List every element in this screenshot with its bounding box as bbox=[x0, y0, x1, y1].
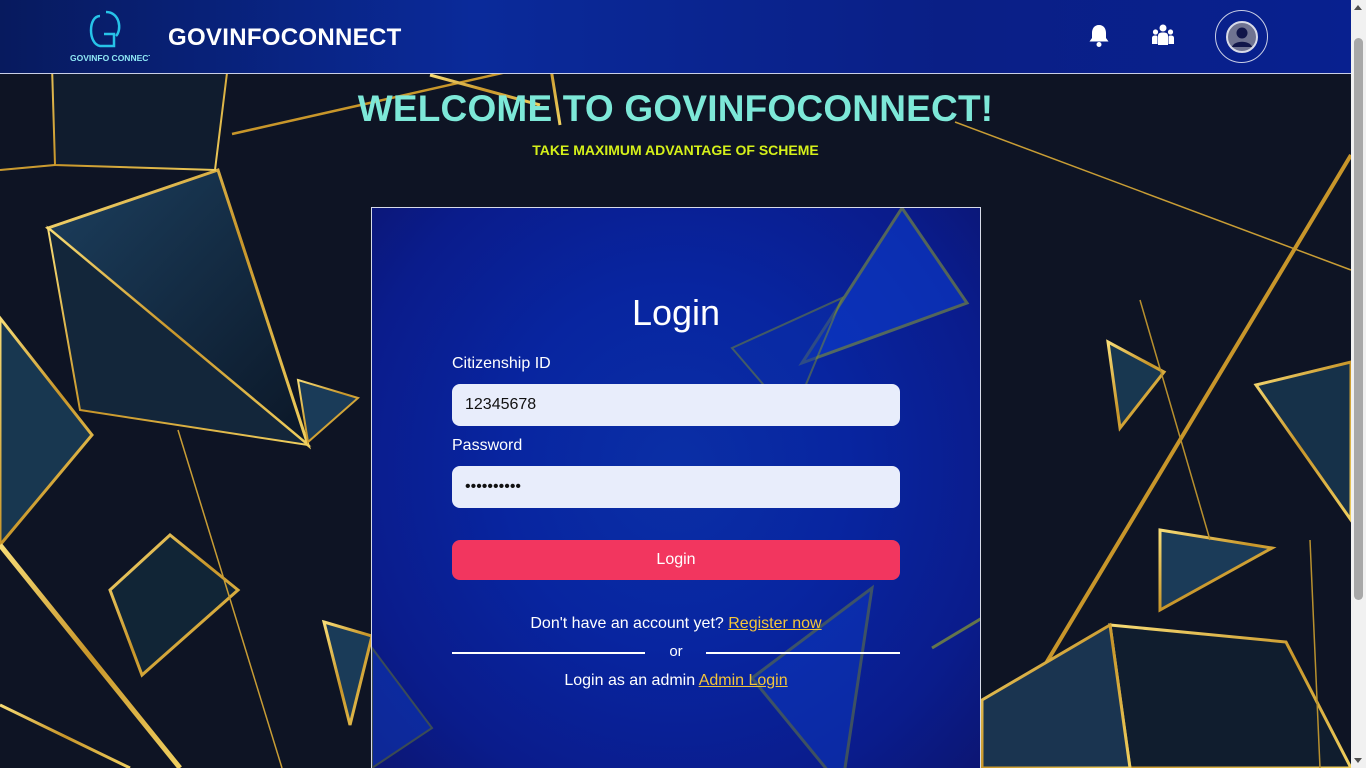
admin-prompt-text: Login as an admin bbox=[564, 672, 696, 689]
people-icon[interactable] bbox=[1150, 22, 1176, 48]
citizenship-id-label: Citizenship ID bbox=[452, 355, 551, 372]
govinfo-logo[interactable]: GOVINFO CONNECT bbox=[70, 10, 150, 64]
password-input[interactable] bbox=[452, 466, 900, 508]
admin-prompt-line: Login as an admin Admin Login bbox=[372, 672, 980, 690]
tagline: TAKE MAXIMUM ADVANTAGE OF SCHEME bbox=[532, 142, 819, 158]
scroll-thumb[interactable] bbox=[1354, 38, 1363, 600]
page-scrollbar[interactable] bbox=[1351, 0, 1366, 768]
citizenship-id-input[interactable] bbox=[452, 384, 900, 426]
divider-right bbox=[706, 652, 900, 654]
top-navbar: GOVINFO CONNECT GOVINFOCONNECT bbox=[0, 0, 1351, 74]
logo-text: GOVINFO CONNECT bbox=[70, 53, 150, 63]
welcome-heading: WELCOME TO GOVINFOCONNECT! bbox=[357, 88, 994, 129]
password-label: Password bbox=[452, 437, 523, 454]
scroll-up-arrow-icon[interactable] bbox=[1354, 5, 1362, 10]
register-now-link[interactable]: Register now bbox=[728, 615, 821, 632]
scroll-down-arrow-icon[interactable] bbox=[1354, 758, 1362, 763]
bell-icon[interactable] bbox=[1086, 22, 1112, 48]
register-prompt-text: Don't have an account yet? bbox=[530, 615, 724, 632]
login-card: Login Citizenship ID Password Login Don'… bbox=[371, 207, 981, 768]
divider-left bbox=[452, 652, 645, 654]
login-title: Login bbox=[631, 292, 721, 333]
or-separator: or bbox=[669, 643, 683, 660]
brand-title[interactable]: GOVINFOCONNECT bbox=[168, 24, 402, 52]
admin-login-link[interactable]: Admin Login bbox=[699, 672, 788, 689]
login-button[interactable]: Login bbox=[452, 540, 900, 580]
register-prompt-line: Don't have an account yet? Register now bbox=[372, 615, 980, 633]
user-avatar-icon[interactable] bbox=[1215, 10, 1268, 63]
